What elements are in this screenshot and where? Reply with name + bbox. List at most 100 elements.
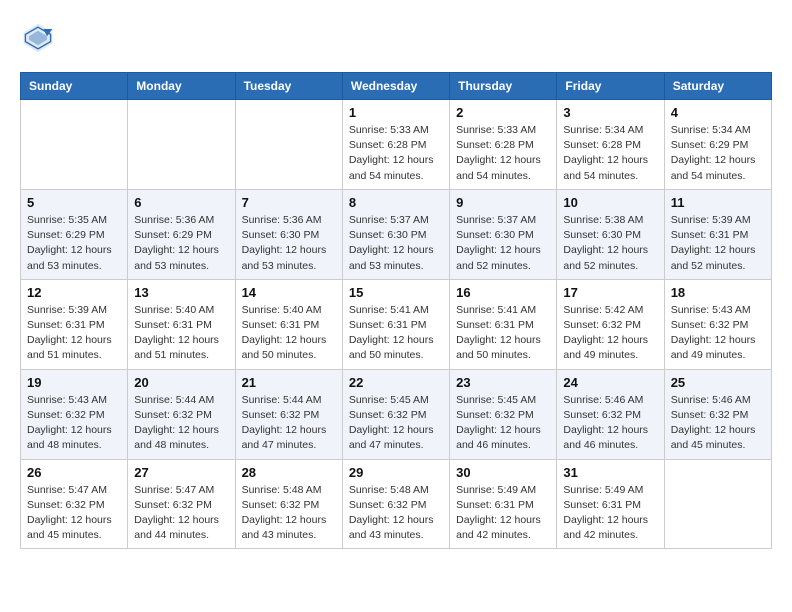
day-info: Sunrise: 5:37 AMSunset: 6:30 PMDaylight:… bbox=[456, 213, 550, 274]
calendar-cell: 17 Sunrise: 5:42 AMSunset: 6:32 PMDayligh… bbox=[557, 279, 664, 369]
weekday-header: Monday bbox=[128, 73, 235, 100]
calendar-cell: 8 Sunrise: 5:37 AMSunset: 6:30 PMDaylight… bbox=[342, 189, 449, 279]
calendar-cell: 1 Sunrise: 5:33 AMSunset: 6:28 PMDaylight… bbox=[342, 100, 449, 190]
calendar-cell: 10Sunrise: 5:38 AMSunset: 6:30 PMDayligh… bbox=[557, 189, 664, 279]
day-number: 12 bbox=[27, 285, 121, 300]
calendar-cell: 31Sunrise: 5:49 AMSunset: 6:31 PMDayligh… bbox=[557, 459, 664, 549]
day-number: 10 bbox=[563, 195, 657, 210]
day-number: 22 bbox=[349, 375, 443, 390]
day-info: Sunrise: 5:34 AMSunset: 6:28 PMDaylight:… bbox=[563, 123, 657, 184]
calendar-cell: 7 Sunrise: 5:36 AMSunset: 6:30 PMDaylight… bbox=[235, 189, 342, 279]
day-number: 3 bbox=[563, 105, 657, 120]
day-info: Sunrise: 5:40 AMSunset: 6:31 PMDaylight:… bbox=[134, 303, 228, 364]
calendar-cell: 30 Sunrise: 5:49 AMSunset: 6:31 PMDayligh… bbox=[450, 459, 557, 549]
calendar-cell: 11 Sunrise: 5:39 AMSunset: 6:31 PMDayligh… bbox=[664, 189, 771, 279]
day-info: Sunrise: 5:41 AMSunset: 6:31 PMDaylight:… bbox=[349, 303, 443, 364]
day-number: 8 bbox=[349, 195, 443, 210]
day-info: Sunrise: 5:34 AMSunset: 6:29 PMDaylight:… bbox=[671, 123, 765, 184]
day-info: Sunrise: 5:49 AMSunset: 6:31 PMDaylight:… bbox=[456, 483, 550, 544]
weekday-header-row: SundayMondayTuesdayWednesdayThursdayFrid… bbox=[21, 73, 772, 100]
day-number: 26 bbox=[27, 465, 121, 480]
weekday-header: Friday bbox=[557, 73, 664, 100]
day-info: Sunrise: 5:43 AMSunset: 6:32 PMDaylight:… bbox=[27, 393, 121, 454]
calendar-cell: 19 Sunrise: 5:43 AMSunset: 6:32 PMDayligh… bbox=[21, 369, 128, 459]
day-number: 6 bbox=[134, 195, 228, 210]
day-info: Sunrise: 5:39 AMSunset: 6:31 PMDaylight:… bbox=[27, 303, 121, 364]
day-number: 9 bbox=[456, 195, 550, 210]
day-number: 15 bbox=[349, 285, 443, 300]
day-number: 7 bbox=[242, 195, 336, 210]
calendar-cell: 28Sunrise: 5:48 AMSunset: 6:32 PMDayligh… bbox=[235, 459, 342, 549]
day-number: 27 bbox=[134, 465, 228, 480]
day-number: 21 bbox=[242, 375, 336, 390]
day-number: 5 bbox=[27, 195, 121, 210]
weekday-header: Sunday bbox=[21, 73, 128, 100]
weekday-header: Saturday bbox=[664, 73, 771, 100]
day-number: 29 bbox=[349, 465, 443, 480]
day-info: Sunrise: 5:36 AMSunset: 6:29 PMDaylight:… bbox=[134, 213, 228, 274]
day-number: 2 bbox=[456, 105, 550, 120]
page-header bbox=[20, 20, 772, 56]
day-number: 25 bbox=[671, 375, 765, 390]
calendar-cell bbox=[235, 100, 342, 190]
calendar-cell: 16Sunrise: 5:41 AMSunset: 6:31 PMDayligh… bbox=[450, 279, 557, 369]
calendar-cell: 18 Sunrise: 5:43 AMSunset: 6:32 PMDayligh… bbox=[664, 279, 771, 369]
day-info: Sunrise: 5:40 AMSunset: 6:31 PMDaylight:… bbox=[242, 303, 336, 364]
calendar-cell: 27 Sunrise: 5:47 AMSunset: 6:32 PMDayligh… bbox=[128, 459, 235, 549]
calendar-week-row: 19 Sunrise: 5:43 AMSunset: 6:32 PMDayligh… bbox=[21, 369, 772, 459]
calendar-cell: 20 Sunrise: 5:44 AMSunset: 6:32 PMDayligh… bbox=[128, 369, 235, 459]
calendar-cell: 29 Sunrise: 5:48 AMSunset: 6:32 PMDayligh… bbox=[342, 459, 449, 549]
day-info: Sunrise: 5:42 AMSunset: 6:32 PMDaylight:… bbox=[563, 303, 657, 364]
day-number: 18 bbox=[671, 285, 765, 300]
weekday-header: Tuesday bbox=[235, 73, 342, 100]
day-number: 19 bbox=[27, 375, 121, 390]
weekday-header: Thursday bbox=[450, 73, 557, 100]
day-info: Sunrise: 5:39 AMSunset: 6:31 PMDaylight:… bbox=[671, 213, 765, 274]
day-info: Sunrise: 5:36 AMSunset: 6:30 PMDaylight:… bbox=[242, 213, 336, 274]
calendar-week-row: 26 Sunrise: 5:47 AMSunset: 6:32 PMDayligh… bbox=[21, 459, 772, 549]
day-info: Sunrise: 5:45 AMSunset: 6:32 PMDaylight:… bbox=[349, 393, 443, 454]
calendar-cell: 21 Sunrise: 5:44 AMSunset: 6:32 PMDayligh… bbox=[235, 369, 342, 459]
day-number: 23 bbox=[456, 375, 550, 390]
day-info: Sunrise: 5:44 AMSunset: 6:32 PMDaylight:… bbox=[134, 393, 228, 454]
calendar-cell: 9 Sunrise: 5:37 AMSunset: 6:30 PMDaylight… bbox=[450, 189, 557, 279]
calendar-cell: 4Sunrise: 5:34 AMSunset: 6:29 PMDaylight… bbox=[664, 100, 771, 190]
day-info: Sunrise: 5:43 AMSunset: 6:32 PMDaylight:… bbox=[671, 303, 765, 364]
calendar-cell: 6 Sunrise: 5:36 AMSunset: 6:29 PMDaylight… bbox=[128, 189, 235, 279]
logo-icon bbox=[20, 20, 56, 56]
day-info: Sunrise: 5:44 AMSunset: 6:32 PMDaylight:… bbox=[242, 393, 336, 454]
weekday-header: Wednesday bbox=[342, 73, 449, 100]
day-number: 31 bbox=[563, 465, 657, 480]
day-number: 30 bbox=[456, 465, 550, 480]
calendar-week-row: 1 Sunrise: 5:33 AMSunset: 6:28 PMDaylight… bbox=[21, 100, 772, 190]
day-number: 24 bbox=[563, 375, 657, 390]
calendar-cell: 14 Sunrise: 5:40 AMSunset: 6:31 PMDayligh… bbox=[235, 279, 342, 369]
day-info: Sunrise: 5:46 AMSunset: 6:32 PMDaylight:… bbox=[563, 393, 657, 454]
calendar-table: SundayMondayTuesdayWednesdayThursdayFrid… bbox=[20, 72, 772, 549]
day-number: 13 bbox=[134, 285, 228, 300]
calendar-cell: 12 Sunrise: 5:39 AMSunset: 6:31 PMDayligh… bbox=[21, 279, 128, 369]
day-number: 17 bbox=[563, 285, 657, 300]
day-info: Sunrise: 5:48 AMSunset: 6:32 PMDaylight:… bbox=[349, 483, 443, 544]
day-info: Sunrise: 5:47 AMSunset: 6:32 PMDaylight:… bbox=[134, 483, 228, 544]
logo bbox=[20, 20, 60, 56]
calendar-cell: 22 Sunrise: 5:45 AMSunset: 6:32 PMDayligh… bbox=[342, 369, 449, 459]
day-number: 11 bbox=[671, 195, 765, 210]
day-info: Sunrise: 5:46 AMSunset: 6:32 PMDaylight:… bbox=[671, 393, 765, 454]
calendar-cell: 3 Sunrise: 5:34 AMSunset: 6:28 PMDaylight… bbox=[557, 100, 664, 190]
day-info: Sunrise: 5:35 AMSunset: 6:29 PMDaylight:… bbox=[27, 213, 121, 274]
day-info: Sunrise: 5:33 AMSunset: 6:28 PMDaylight:… bbox=[349, 123, 443, 184]
calendar-cell: 24 Sunrise: 5:46 AMSunset: 6:32 PMDayligh… bbox=[557, 369, 664, 459]
calendar-cell: 5 Sunrise: 5:35 AMSunset: 6:29 PMDaylight… bbox=[21, 189, 128, 279]
day-number: 14 bbox=[242, 285, 336, 300]
day-info: Sunrise: 5:37 AMSunset: 6:30 PMDaylight:… bbox=[349, 213, 443, 274]
day-number: 20 bbox=[134, 375, 228, 390]
calendar-cell bbox=[128, 100, 235, 190]
day-info: Sunrise: 5:41 AMSunset: 6:31 PMDaylight:… bbox=[456, 303, 550, 364]
day-info: Sunrise: 5:45 AMSunset: 6:32 PMDaylight:… bbox=[456, 393, 550, 454]
calendar-cell bbox=[664, 459, 771, 549]
day-number: 1 bbox=[349, 105, 443, 120]
day-info: Sunrise: 5:33 AMSunset: 6:28 PMDaylight:… bbox=[456, 123, 550, 184]
calendar-cell bbox=[21, 100, 128, 190]
calendar-cell: 15 Sunrise: 5:41 AMSunset: 6:31 PMDayligh… bbox=[342, 279, 449, 369]
